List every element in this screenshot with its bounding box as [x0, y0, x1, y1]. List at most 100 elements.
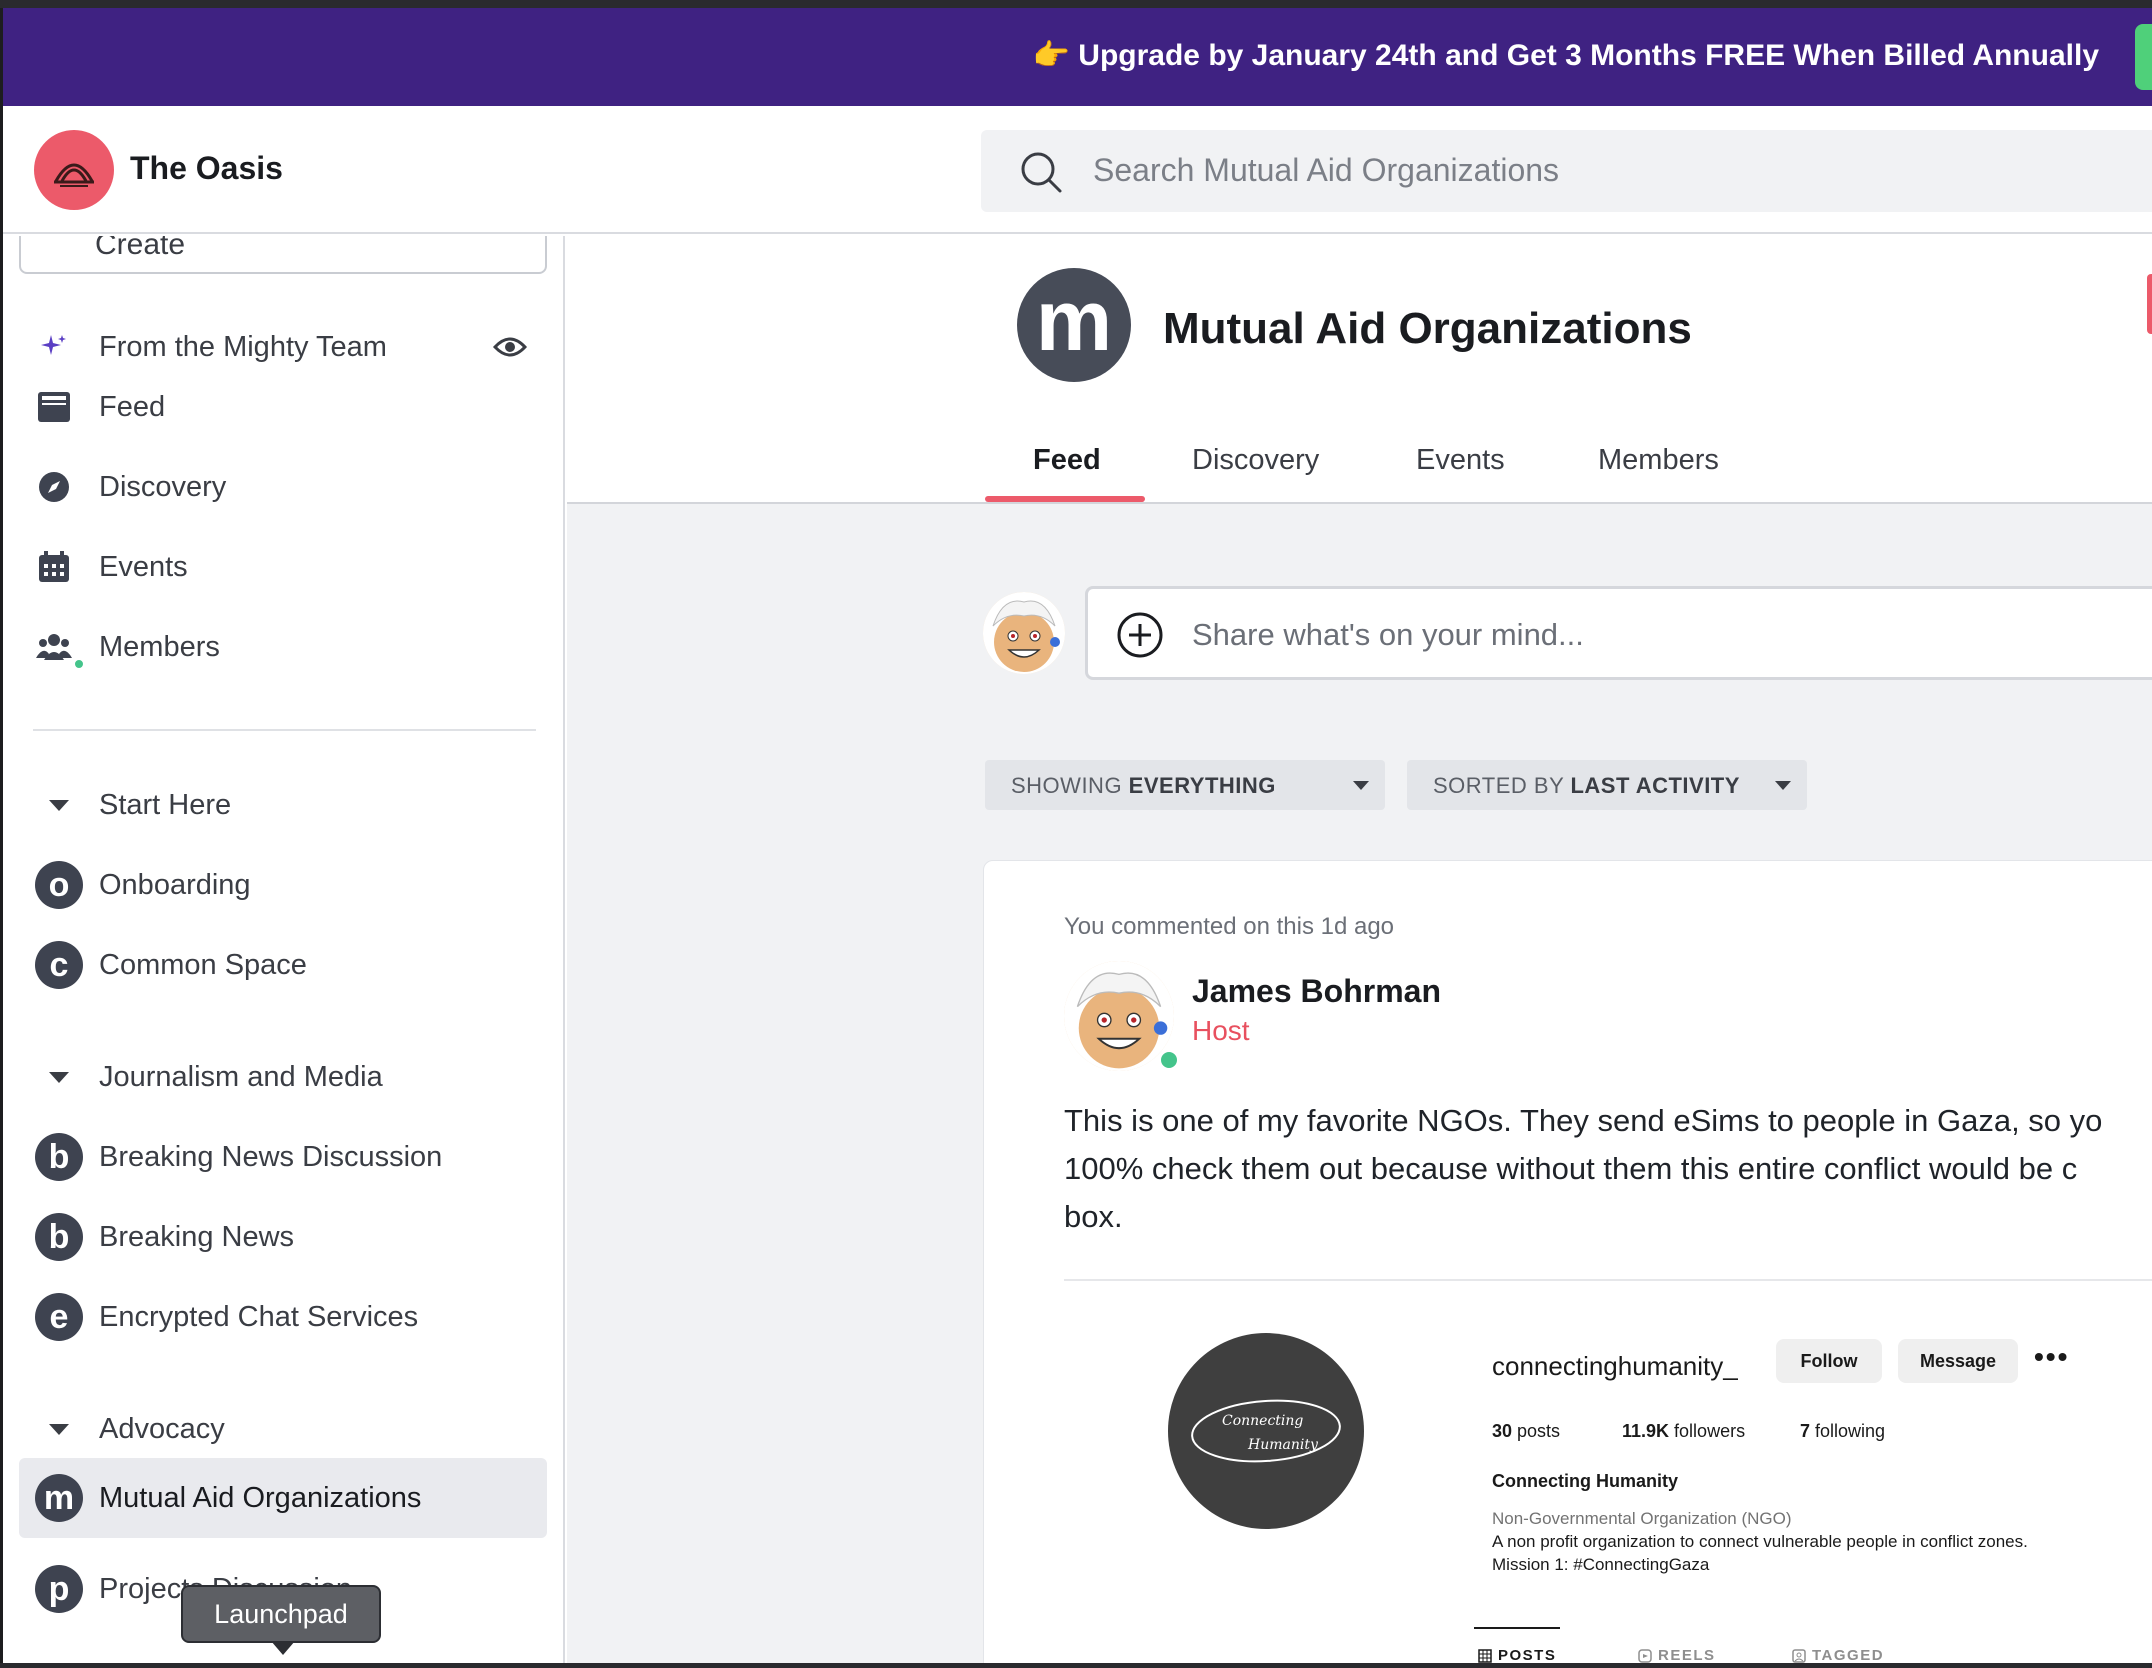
pointing-hand-icon: 👉 — [1032, 39, 1070, 72]
space-letter-icon: c — [35, 941, 83, 989]
online-indicator — [73, 658, 85, 670]
online-indicator — [1158, 1049, 1180, 1071]
promo-banner[interactable]: 👉 Upgrade by January 24th and Get 3 Mont… — [3, 8, 2152, 106]
sidebar-item-encrypted-chat-services[interactable]: e Encrypted Chat Services — [19, 1282, 547, 1352]
embed-profile-description: A non profit organization to connect vul… — [1492, 1532, 2028, 1551]
tab-members[interactable]: Members — [1598, 444, 1719, 477]
embed-profile-name: Connecting Humanity — [1492, 1471, 1679, 1491]
space-title: Mutual Aid Organizations — [1163, 304, 1692, 353]
post-author-name[interactable]: James Bohrman — [1192, 973, 1441, 1010]
tab-events[interactable]: Events — [1416, 444, 1505, 477]
embed-profile-logo: Connecting Humanity — [1168, 1333, 1364, 1529]
space-letter-icon: p — [35, 1565, 83, 1613]
caret-down-icon — [1353, 781, 1369, 790]
sidebar-item-label: Common Space — [99, 948, 307, 981]
sidebar-item-breaking-news[interactable]: b Breaking News — [19, 1202, 547, 1272]
post-activity-meta: You commented on this 1d ago — [1064, 913, 1395, 940]
sidebar-item-onboarding[interactable]: o Onboarding — [19, 850, 547, 920]
section-title: Journalism and Media — [99, 1060, 383, 1093]
space-letter-icon: b — [35, 1133, 83, 1181]
search-icon — [1021, 152, 1062, 193]
space-logo: m — [1017, 268, 1131, 382]
promo-label: Upgrade by January 24th and Get 3 Months… — [1078, 39, 2099, 72]
app-window: 👉 Upgrade by January 24th and Get 3 Mont… — [0, 8, 2152, 1663]
reels-icon — [1638, 1648, 1652, 1663]
more-options-icon[interactable]: ••• — [2034, 1341, 2069, 1373]
search-bar[interactable] — [981, 130, 2152, 212]
brand-logo[interactable] — [34, 130, 114, 210]
sidebar-item-label: Feed — [99, 390, 166, 423]
sidebar-item-label: Discovery — [99, 470, 227, 503]
embed-tab-reels[interactable]: REELS — [1638, 1647, 1716, 1663]
sort-value: LAST ACTIVITY — [1570, 773, 1740, 798]
message-button[interactable]: Message — [1898, 1339, 2018, 1383]
section-journalism-and-media[interactable]: Journalism and Media — [19, 1042, 547, 1112]
sidebar-item-mutual-aid-organizations[interactable]: m Mutual Aid Organizations — [19, 1458, 547, 1538]
embed-tab-tagged[interactable]: TAGGED — [1792, 1647, 1884, 1663]
promo-text[interactable]: 👉 Upgrade by January 24th and Get 3 Mont… — [1033, 38, 2099, 73]
search-input[interactable] — [1093, 152, 1993, 189]
followers-count: 11.9K followers — [1622, 1421, 1746, 1441]
section-title: Start Here — [99, 788, 232, 821]
author-avatar[interactable] — [1064, 961, 1174, 1071]
sparkle-icon — [36, 329, 72, 365]
follow-button[interactable]: Follow — [1776, 1339, 1882, 1383]
post-card[interactable]: You commented on this 1d ago James Bohrm… — [983, 860, 2152, 1663]
space-letter-icon: e — [35, 1293, 83, 1341]
caret-down-icon — [49, 1424, 69, 1435]
sidebar-item-members[interactable]: Members — [19, 612, 547, 682]
sidebar-item-events[interactable]: Events — [19, 532, 547, 602]
sidebar-item-label: Breaking News Discussion — [99, 1140, 443, 1173]
space-letter-icon: o — [35, 861, 83, 909]
active-tab-indicator — [985, 496, 1145, 502]
sidebar-item-discovery[interactable]: Discovery — [19, 452, 547, 522]
grid-icon — [1478, 1648, 1492, 1663]
sidebar-item-feed[interactable]: Feed — [19, 372, 547, 442]
tab-discovery[interactable]: Discovery — [1192, 444, 1319, 477]
post-composer[interactable]: Share what's on your mind... — [1085, 586, 2152, 680]
embed-tab-posts[interactable]: POSTS — [1478, 1647, 1556, 1663]
user-avatar[interactable] — [983, 592, 1065, 674]
calendar-icon — [36, 549, 72, 585]
embed-handle[interactable]: connectinghumanity_ — [1492, 1351, 1738, 1382]
embed-tab-label: POSTS — [1498, 1647, 1557, 1663]
space-action-button[interactable] — [2147, 274, 2152, 334]
add-circle-icon[interactable] — [1116, 611, 1164, 659]
sidebar-item-breaking-news-discussion[interactable]: b Breaking News Discussion — [19, 1122, 547, 1192]
space-letter-icon: m — [35, 1474, 83, 1522]
space-letter-icon: b — [35, 1213, 83, 1261]
sort-prefix: SORTED BY — [1433, 773, 1571, 798]
main-content: m Mutual Aid Organizations Feed Discover… — [567, 236, 2152, 1663]
composer-placeholder: Share what's on your mind... — [1192, 617, 1584, 652]
embed-active-tab-indicator — [1474, 1627, 1560, 1629]
sort-dropdown[interactable]: SORTED BY LAST ACTIVITY — [1407, 760, 1807, 810]
tagged-icon — [1792, 1648, 1806, 1663]
sidebar-item-label: Encrypted Chat Services — [99, 1300, 419, 1333]
avatar-illustration — [1064, 961, 1174, 1071]
section-title: Advocacy — [99, 1412, 225, 1445]
brand-name[interactable]: The Oasis — [130, 150, 283, 187]
embed-profile-mission: Mission 1: #ConnectingGaza — [1492, 1555, 1710, 1574]
compass-icon — [36, 469, 72, 505]
sidebar-item-label: Events — [99, 550, 188, 583]
section-start-here[interactable]: Start Here — [19, 770, 547, 840]
eye-icon[interactable] — [493, 334, 527, 360]
tab-feed[interactable]: Feed — [1033, 444, 1101, 477]
section-advocacy[interactable]: Advocacy — [19, 1394, 547, 1464]
posts-count: 30 posts — [1492, 1421, 1561, 1441]
oasis-logo-icon — [54, 163, 94, 187]
sidebar: Create From the Mighty Team Feed Discove… — [3, 236, 565, 1663]
create-button[interactable]: Create — [19, 236, 547, 274]
sidebar-divider — [33, 729, 536, 731]
filter-prefix: SHOWING — [1011, 773, 1129, 798]
sidebar-item-common-space[interactable]: c Common Space — [19, 930, 547, 1000]
promo-upgrade-button[interactable] — [2135, 24, 2152, 90]
top-bar: The Oasis — [3, 106, 2152, 234]
caret-down-icon — [1775, 781, 1791, 790]
caret-down-icon — [49, 1072, 69, 1083]
showing-filter-dropdown[interactable]: SHOWING EVERYTHING — [985, 760, 1385, 810]
connecting-humanity-logo: Connecting Humanity — [1191, 1399, 1341, 1463]
embed-tab-label: TAGGED — [1812, 1647, 1885, 1663]
sidebar-item-label: From the Mighty Team — [99, 330, 387, 363]
sidebar-item-label: Members — [99, 630, 220, 663]
